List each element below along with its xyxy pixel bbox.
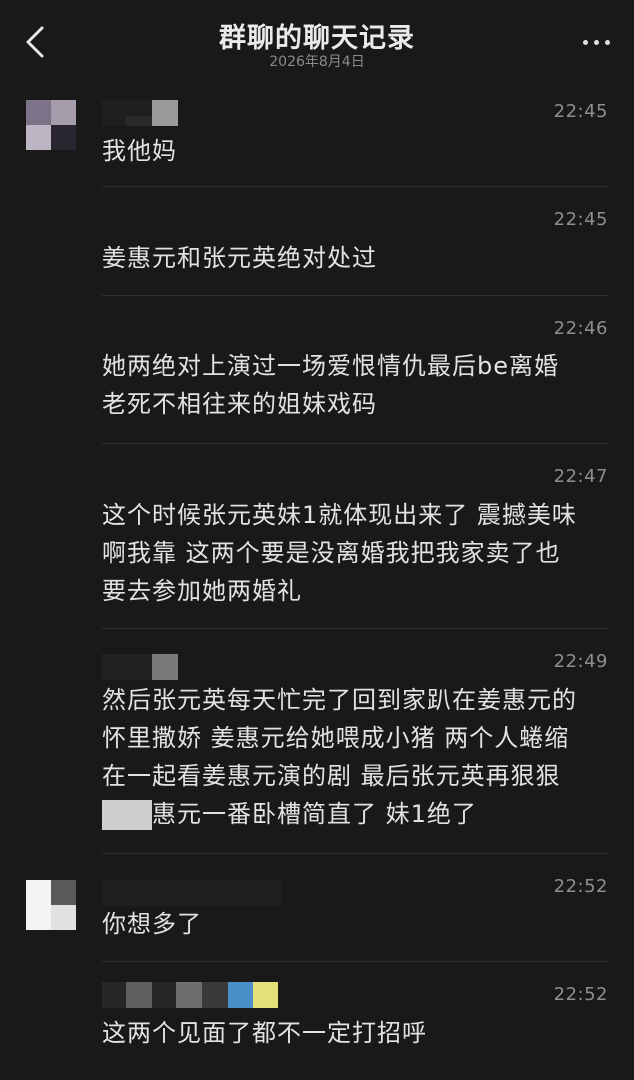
message-time: 22:49 (553, 651, 608, 672)
message-text: 我他妈 (102, 137, 177, 165)
divider (102, 628, 608, 629)
divider (102, 186, 608, 187)
more-dots-icon (582, 39, 588, 45)
avatar[interactable] (26, 880, 76, 930)
message-text: 姜惠元和张元英绝对处过 (102, 244, 377, 272)
avatar[interactable] (26, 100, 76, 150)
message-text: 这两个见面了都不一定打招呼 (102, 1019, 427, 1047)
record-date: 2026年8月4日 (269, 54, 365, 70)
sender-name-redacted (102, 982, 278, 1008)
divider (102, 295, 608, 296)
message-time: 22:47 (553, 466, 608, 487)
redaction-block (102, 800, 152, 830)
message-time: 22:45 (553, 101, 608, 122)
message-text: 然后张元英每天忙完了回到家趴在姜惠元的 怀里撒娇 姜惠元给她喂成小猪 两个人蜷缩… (102, 686, 577, 828)
sender-name-redacted (102, 880, 282, 906)
message-time: 22:52 (553, 984, 608, 1005)
message-text: 这个时候张元英妹1就体现出来了 震撼美味 啊我靠 这两个要是没离婚我把我家卖了也… (102, 501, 577, 605)
page-title: 群聊的聊天记录 (219, 23, 415, 54)
message-text: 你想多了 (102, 910, 202, 938)
sender-name-redacted (102, 654, 178, 680)
more-dots-icon (593, 39, 599, 45)
divider (102, 443, 608, 444)
divider (102, 853, 608, 854)
message-time: 22:52 (553, 876, 608, 897)
more-dots-icon (604, 39, 610, 45)
message-text: 她两绝对上演过一场爱恨情仇最后be离婚 老死不相往来的姐妹戏码 (102, 352, 559, 418)
more-button[interactable] (576, 30, 616, 54)
message-time: 22:46 (553, 318, 608, 339)
nav-bar: 群聊的聊天记录 2026年8月4日 (0, 0, 634, 78)
divider (102, 961, 608, 962)
sender-name-redacted (102, 100, 178, 126)
message-time: 22:45 (553, 209, 608, 230)
